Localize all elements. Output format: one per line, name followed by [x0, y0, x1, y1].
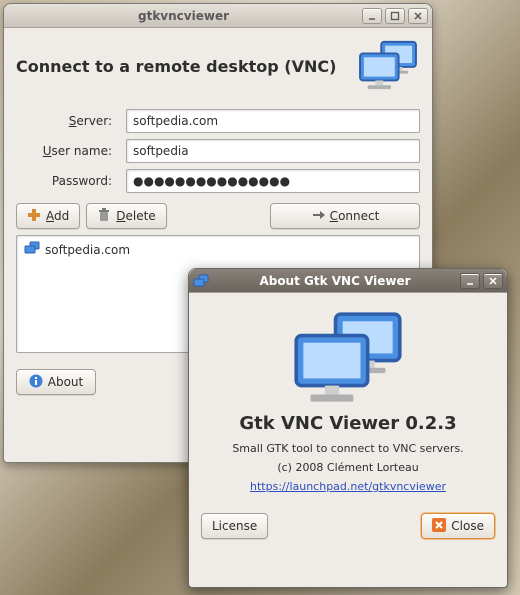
maximize-button[interactable]: [385, 8, 405, 24]
about-titlebar[interactable]: About Gtk VNC Viewer: [189, 269, 507, 293]
add-icon: [27, 208, 41, 225]
license-button-label: License: [212, 519, 257, 533]
username-input[interactable]: [126, 139, 420, 163]
page-heading: Connect to a remote desktop (VNC): [16, 57, 356, 76]
delete-button[interactable]: Delete: [86, 203, 166, 229]
mini-monitors-icon: [23, 241, 41, 258]
minimize-button[interactable]: [362, 8, 382, 24]
connect-button-label: Connect: [330, 209, 380, 223]
username-label: User name:: [16, 144, 126, 158]
license-button[interactable]: License: [201, 513, 268, 539]
about-copyright: (c) 2008 Clément Lorteau: [201, 461, 495, 474]
about-dialog: About Gtk VNC Viewer Gtk VNC Viewer 0.2.…: [188, 268, 508, 588]
connect-icon: [311, 208, 325, 225]
about-minimize-button[interactable]: [460, 273, 480, 289]
monitors-icon: [356, 38, 420, 95]
close-window-button[interactable]: [408, 8, 428, 24]
password-input[interactable]: [126, 169, 420, 193]
server-input[interactable]: [126, 109, 420, 133]
close-button-label: Close: [451, 519, 484, 533]
password-label: Password:: [16, 174, 126, 188]
main-titlebar[interactable]: gtkvncviewer: [4, 4, 432, 28]
about-close-window-button[interactable]: [483, 273, 503, 289]
delete-button-label: Delete: [116, 209, 155, 223]
about-monitors-icon: [201, 307, 495, 407]
delete-icon: [97, 208, 111, 225]
about-button-label: About: [48, 375, 83, 389]
close-icon: [432, 518, 446, 535]
about-url[interactable]: https://launchpad.net/gtkvncviewer: [201, 480, 495, 493]
list-item-label: softpedia.com: [45, 243, 130, 257]
main-window-title: gtkvncviewer: [138, 9, 229, 23]
close-button[interactable]: Close: [421, 513, 495, 539]
info-icon: [29, 374, 43, 391]
about-window-title: About Gtk VNC Viewer: [213, 274, 457, 288]
about-subtitle: Small GTK tool to connect to VNC servers…: [201, 442, 495, 455]
connect-button[interactable]: Connect: [270, 203, 420, 229]
add-button[interactable]: Add: [16, 203, 80, 229]
server-label: Server:: [16, 114, 126, 128]
list-item[interactable]: softpedia.com: [21, 240, 415, 259]
about-button[interactable]: About: [16, 369, 96, 395]
about-app-name: Gtk VNC Viewer 0.2.3: [201, 413, 495, 434]
add-button-label: Add: [46, 209, 69, 223]
about-titlebar-icon: [193, 273, 209, 289]
